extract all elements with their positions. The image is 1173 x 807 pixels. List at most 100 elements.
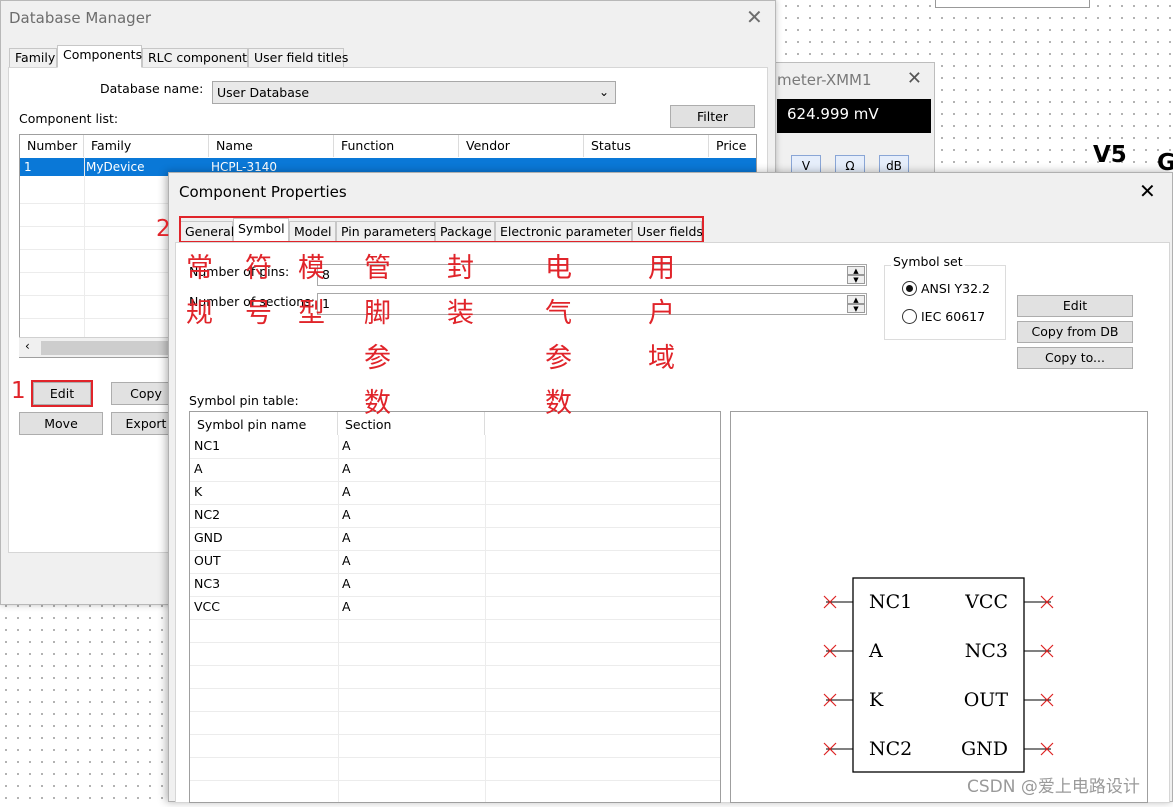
- symbol-pin-table-label: Symbol pin table:: [189, 393, 299, 408]
- tab-user-field-titles[interactable]: User field titles: [248, 48, 348, 68]
- multimeter-reading: 624.999 mV: [777, 99, 931, 133]
- tab-rlc-components[interactable]: RLC components: [142, 48, 254, 68]
- row-divider: [190, 504, 720, 505]
- pin-name-cell[interactable]: GND: [190, 527, 223, 550]
- row-divider: [190, 458, 720, 459]
- row-divider: [190, 642, 720, 643]
- spin-up-icon[interactable]: ▲: [847, 295, 865, 304]
- spin-down-icon[interactable]: ▼: [847, 304, 865, 313]
- edit-symbol-button[interactable]: Edit: [1017, 295, 1133, 317]
- chevron-left-icon[interactable]: ‹: [25, 339, 30, 353]
- close-icon[interactable]: ✕: [907, 68, 922, 89]
- row-divider: [190, 665, 720, 666]
- pin-section-cell[interactable]: A: [338, 550, 351, 573]
- column-header[interactable]: Family: [84, 135, 209, 157]
- chevron-down-icon: ⌄: [598, 85, 609, 99]
- pin-label-left: A: [868, 640, 883, 662]
- pin-label-right: OUT: [964, 689, 1009, 711]
- annotation-symbol: 符号: [245, 253, 272, 329]
- pin-name-cell[interactable]: NC3: [190, 573, 220, 596]
- column-header[interactable]: Status: [584, 135, 709, 157]
- pin-section-cell[interactable]: A: [338, 504, 351, 527]
- row-divider: [190, 757, 720, 758]
- row-divider: [190, 481, 720, 482]
- symbol-pin-table: Symbol pin name Section NC1 A A A K A NC…: [189, 411, 721, 803]
- spin-down-icon[interactable]: ▼: [847, 275, 865, 284]
- highlight-box: [31, 380, 93, 407]
- pin-label-right: NC3: [965, 640, 1008, 662]
- pin-name-cell[interactable]: NC1: [190, 435, 220, 458]
- toolbar-fragment: [935, 0, 1090, 8]
- pin-name-cell[interactable]: K: [190, 481, 202, 504]
- row-divider: [190, 711, 720, 712]
- radio-ansi-label: ANSI Y32.2: [921, 281, 990, 296]
- schematic-label-v5: V5: [1093, 142, 1127, 168]
- cell-family: MyDevice: [86, 160, 145, 174]
- spin-up-icon[interactable]: ▲: [847, 266, 865, 275]
- column-header[interactable]: Number: [20, 135, 84, 157]
- multimeter-title: meter-XMM1: [777, 71, 872, 89]
- row-divider: [190, 573, 720, 574]
- pin-name-cell[interactable]: OUT: [190, 550, 221, 573]
- column-header[interactable]: Name: [209, 135, 334, 157]
- copy-to-button[interactable]: Copy to...: [1017, 347, 1133, 369]
- pin-label-right: GND: [961, 738, 1008, 760]
- row-divider: [190, 734, 720, 735]
- row-divider: [190, 688, 720, 689]
- pin-name-cell[interactable]: NC2: [190, 504, 220, 527]
- symbol-set-label: Symbol set: [891, 254, 965, 269]
- annotation-package: 封装: [447, 253, 474, 329]
- pin-section-cell[interactable]: A: [338, 596, 351, 619]
- tab-family[interactable]: Family: [9, 48, 57, 68]
- radio-iec-label: IEC 60617: [921, 309, 986, 324]
- filter-button[interactable]: Filter: [670, 105, 755, 128]
- dialog-title: Component Properties: [179, 183, 347, 201]
- radio-iec[interactable]: [902, 309, 917, 324]
- pin-name-cell[interactable]: VCC: [190, 596, 220, 619]
- symbol-preview: NC1 A K NC2 VCC NC3 OUT GND: [730, 411, 1148, 803]
- pin-section-cell[interactable]: A: [338, 435, 351, 458]
- row-divider: [190, 619, 720, 620]
- pin-section-cell[interactable]: A: [338, 458, 351, 481]
- row-divider: [190, 596, 720, 597]
- pin-label-left: NC1: [869, 591, 912, 613]
- pin-label-left: K: [869, 689, 884, 711]
- annotation-general: 常规: [186, 253, 213, 329]
- number-of-pins-field[interactable]: 8 ▲ ▼: [317, 264, 867, 286]
- horizontal-scrollbar[interactable]: ‹: [19, 337, 171, 357]
- move-button[interactable]: Move: [19, 412, 103, 435]
- database-name-select[interactable]: User Database ⌄: [212, 81, 616, 104]
- number-of-sections-field[interactable]: 1 ▲ ▼: [317, 293, 867, 315]
- close-icon[interactable]: ✕: [1139, 179, 1156, 203]
- row-divider: [190, 780, 720, 781]
- step-marker-2: 2: [156, 216, 171, 242]
- watermark: CSDN @爱上电路设计: [967, 777, 1140, 797]
- database-name-value: User Database: [217, 85, 310, 100]
- annotation-electronic-parameters: 电气 参数: [545, 253, 572, 419]
- column-header[interactable]: Function: [334, 135, 459, 157]
- close-icon[interactable]: ✕: [746, 5, 763, 29]
- column-divider: [84, 157, 85, 357]
- scrollbar-thumb[interactable]: [41, 341, 171, 355]
- step-marker-1: 1: [11, 378, 26, 404]
- symbol-set-group: [884, 265, 1006, 340]
- annotation-model: 模型: [298, 253, 325, 329]
- copy-from-db-button[interactable]: Copy from DB: [1017, 321, 1133, 343]
- pin-section-cell[interactable]: A: [338, 527, 351, 550]
- annotation-user-fields: 用户 域: [648, 253, 675, 374]
- component-list-label: Component list:: [19, 111, 119, 126]
- column-header[interactable]: Section: [338, 412, 485, 435]
- tab-components[interactable]: Components: [57, 45, 142, 68]
- row-divider: [190, 527, 720, 528]
- row-divider: [190, 550, 720, 551]
- column-header[interactable]: Symbol pin name: [190, 412, 338, 435]
- pin-section-cell[interactable]: A: [338, 481, 351, 504]
- column-header[interactable]: Vendor: [459, 135, 584, 157]
- pin-label-right: VCC: [964, 591, 1008, 613]
- radio-ansi[interactable]: [902, 281, 917, 296]
- column-header[interactable]: Price: [709, 135, 756, 157]
- pin-label-left: NC2: [869, 738, 912, 760]
- highlight-box: [179, 216, 704, 243]
- pin-name-cell[interactable]: A: [190, 458, 203, 481]
- pin-section-cell[interactable]: A: [338, 573, 351, 596]
